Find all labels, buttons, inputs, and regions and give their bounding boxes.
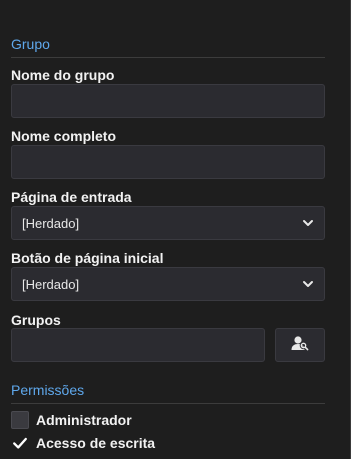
permission-write-access[interactable]: Acesso de escrita <box>11 434 155 452</box>
home-button-label: Botão de página inicial <box>11 250 164 266</box>
group-name-input[interactable] <box>11 84 325 118</box>
administrator-label: Administrador <box>36 412 132 428</box>
permissions-section-divider <box>11 403 325 404</box>
home-button-select[interactable]: [Herdado] <box>11 267 325 301</box>
landing-page-select[interactable]: [Herdado] <box>11 206 325 240</box>
user-lookup-icon <box>291 335 309 356</box>
group-settings-panel: Grupo Nome do grupo Nome completo Página… <box>0 0 351 459</box>
landing-page-select-value: [Herdado] <box>22 215 80 231</box>
chevron-down-icon <box>302 217 314 229</box>
write-access-checkbox[interactable] <box>11 434 29 452</box>
groups-input[interactable] <box>11 328 265 362</box>
group-name-label: Nome do grupo <box>11 67 115 83</box>
group-section-title: Grupo <box>11 36 50 52</box>
full-name-input[interactable] <box>11 145 325 179</box>
checkmark-icon <box>13 437 27 449</box>
administrator-checkbox[interactable] <box>11 411 29 429</box>
permissions-section-title: Permissões <box>11 382 85 398</box>
groups-label: Grupos <box>11 312 61 328</box>
home-button-select-value: [Herdado] <box>22 276 80 292</box>
full-name-label: Nome completo <box>11 128 117 144</box>
groups-lookup-button[interactable] <box>275 328 325 362</box>
landing-page-label: Página de entrada <box>11 189 132 205</box>
chevron-down-icon <box>302 278 314 290</box>
group-section-divider <box>11 57 325 58</box>
write-access-label: Acesso de escrita <box>36 435 156 451</box>
permission-administrator[interactable]: Administrador <box>11 411 132 429</box>
